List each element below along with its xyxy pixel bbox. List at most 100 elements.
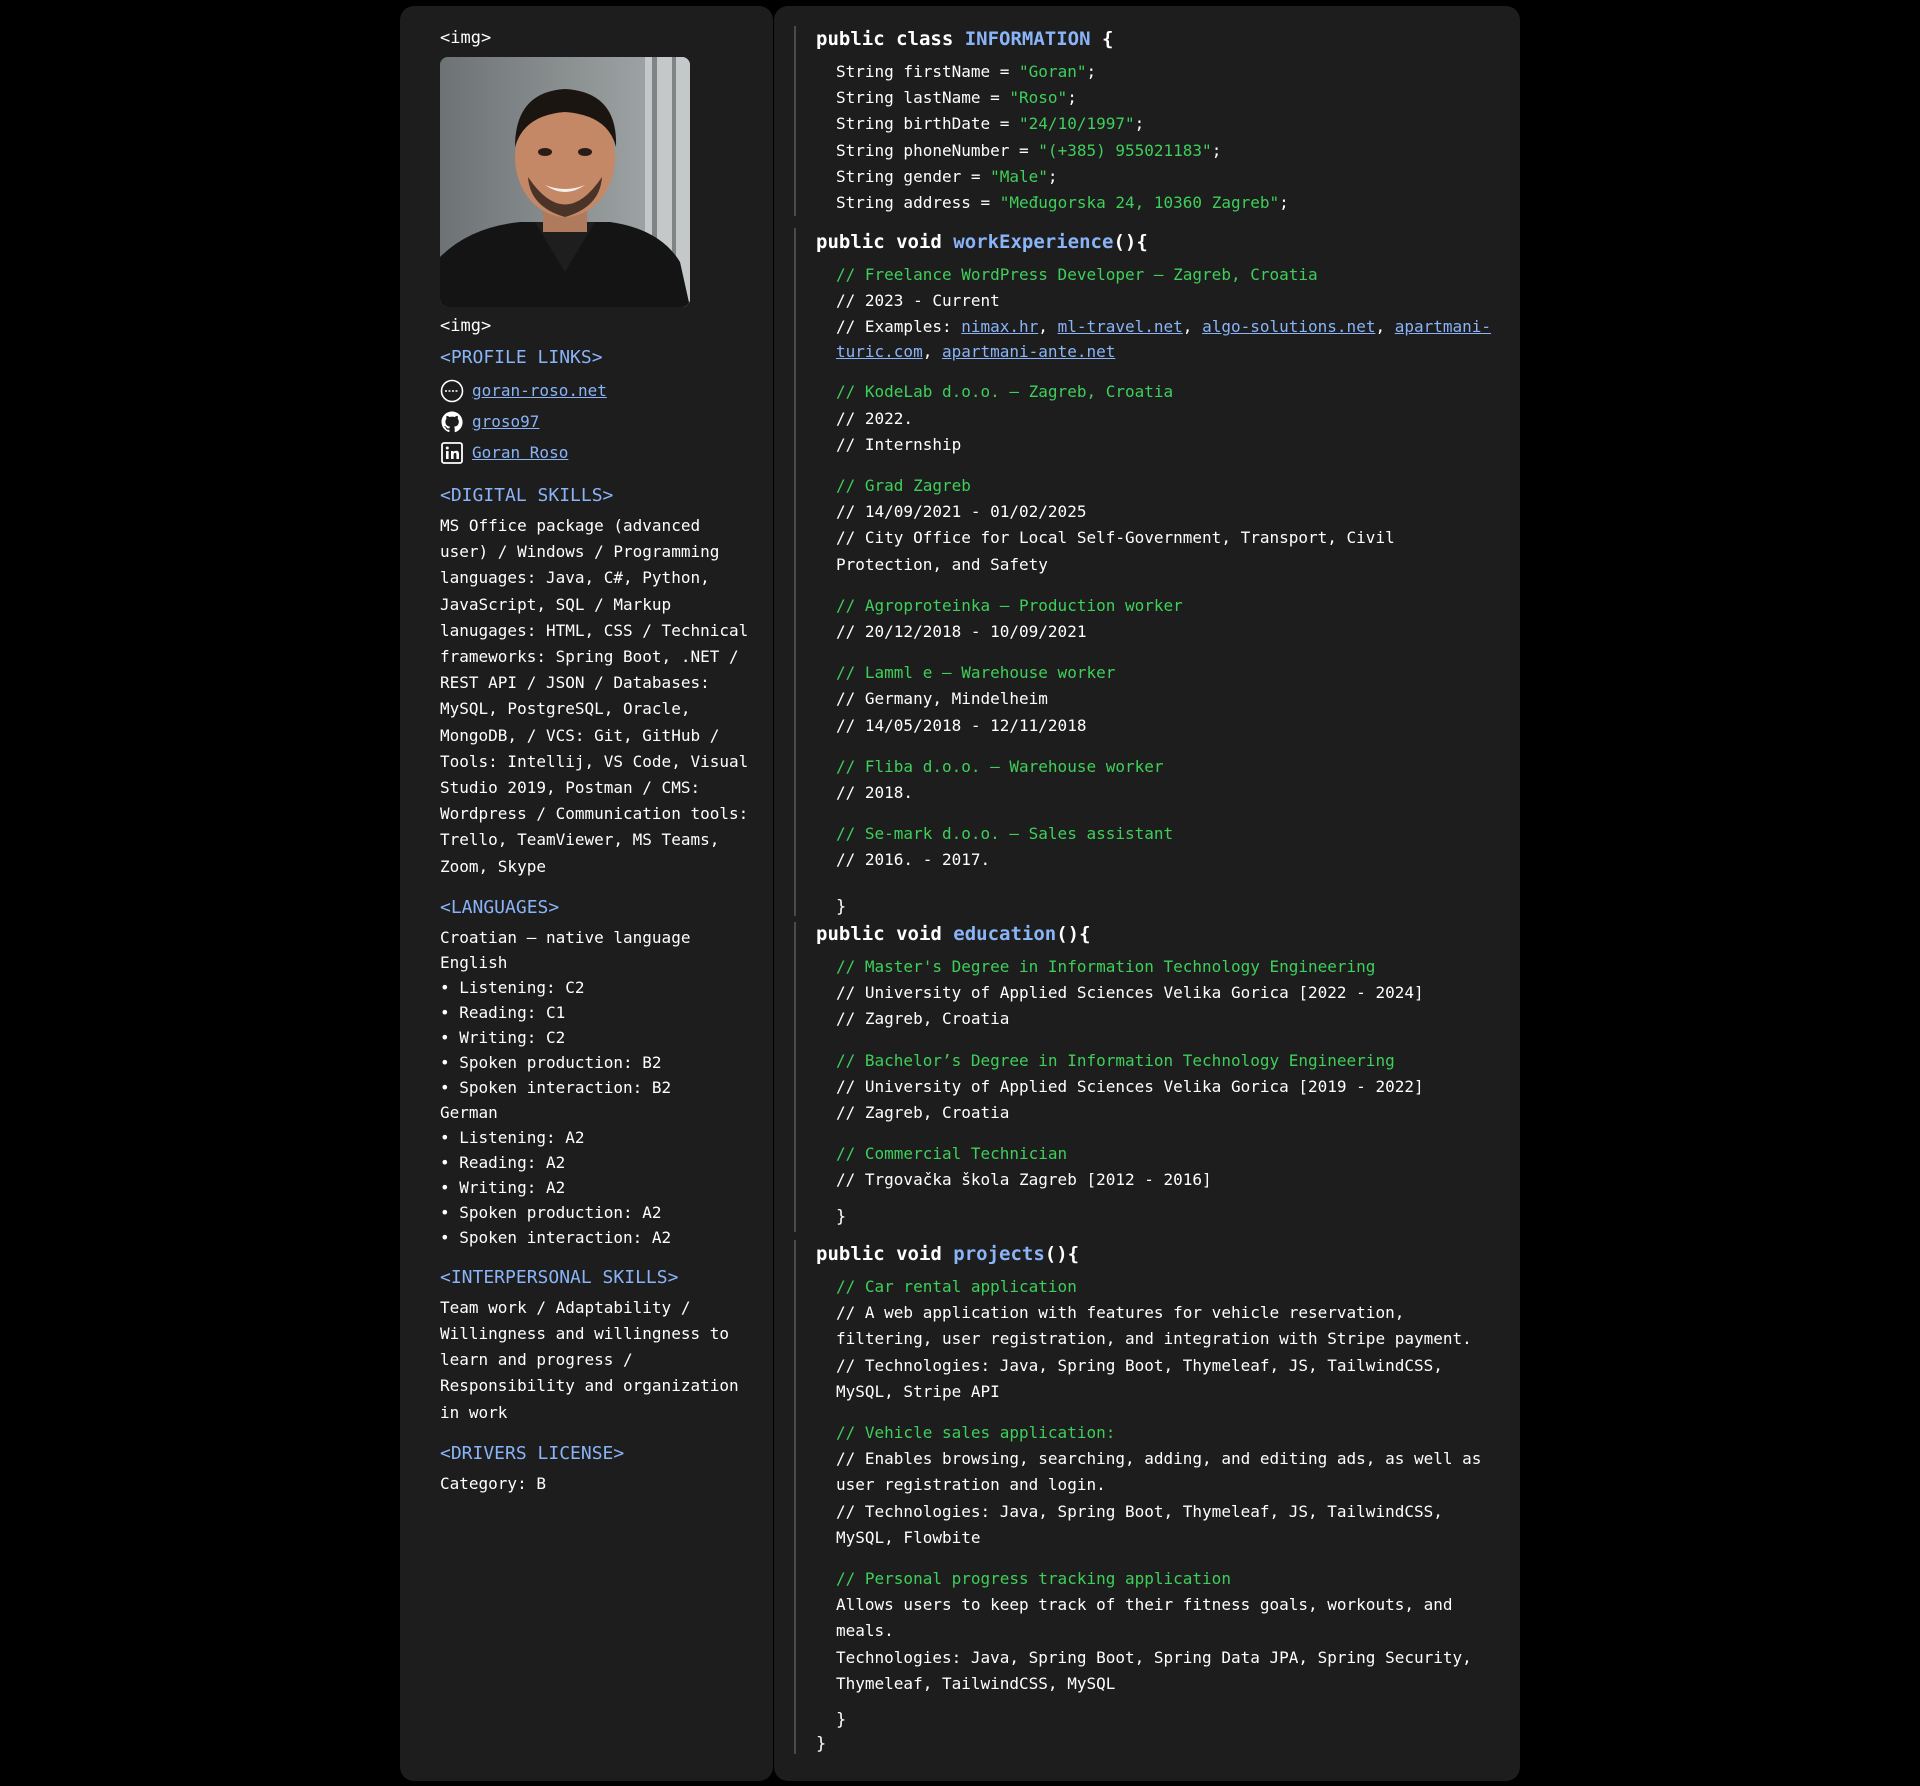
project-line: Technologies: Java, Spring Boot, Spring … bbox=[836, 1647, 1472, 1667]
field-value: "Goran" bbox=[1019, 62, 1087, 81]
project-title: // Vehicle sales application: bbox=[836, 1423, 1116, 1443]
job-line: // 20/12/2018 - 10/09/2021 bbox=[836, 622, 1087, 642]
digital-skills-heading: <DIGITAL SKILLS> bbox=[440, 485, 614, 506]
github-link[interactable]: groso97 bbox=[472, 412, 539, 431]
example-link[interactable]: nimax.hr bbox=[961, 317, 1038, 336]
skills-line: languages: Java, C#, Python, bbox=[440, 568, 710, 588]
language-line: • Writing: C2 bbox=[440, 1027, 566, 1047]
job-line: // City Office for Local Self-Government… bbox=[836, 528, 1395, 548]
job-title: // KodeLab d.o.o. – Zagreb, Croatia bbox=[836, 382, 1174, 402]
field-line: String firstName = "Goran"; bbox=[836, 62, 1097, 81]
interpersonal-line: learn and progress / bbox=[440, 1350, 633, 1370]
skills-line: user) / Windows / Programming bbox=[440, 542, 720, 562]
brace: (){ bbox=[1113, 231, 1148, 253]
method-name: projects bbox=[953, 1243, 1045, 1265]
project-line: Allows users to keep track of their fitn… bbox=[836, 1595, 1453, 1615]
linkedin-link[interactable]: Goran Roso bbox=[472, 443, 568, 462]
skills-line: Zoom, Skype bbox=[440, 856, 546, 876]
skills-line: Studio 2019, Postman / CMS: bbox=[440, 778, 701, 798]
language-line: • Spoken interaction: B2 bbox=[440, 1077, 672, 1097]
skills-line: Wordpress / Communication tools: bbox=[440, 804, 749, 824]
brace: (){ bbox=[1056, 923, 1091, 945]
education-title: // Bachelor’s Degree in Information Tech… bbox=[836, 1050, 1395, 1070]
gutter-line bbox=[794, 1240, 796, 1754]
work-experience-signature: public void workExperience(){ bbox=[816, 228, 1496, 256]
keyword: public void bbox=[816, 923, 954, 945]
education-line: // University of Applied Sciences Velika… bbox=[836, 983, 1424, 1003]
job-line: // Germany, Mindelheim bbox=[836, 689, 1048, 709]
projects-signature: public void projects(){ bbox=[816, 1240, 1496, 1268]
skills-line: frameworks: Spring Boot, .NET / bbox=[440, 647, 739, 667]
job-title: // Agroproteinka – Production worker bbox=[836, 595, 1183, 615]
project-line: meals. bbox=[836, 1621, 894, 1641]
gutter-line bbox=[794, 922, 796, 1232]
gutter-line bbox=[794, 26, 796, 216]
skills-line: REST API / JSON / Databases: bbox=[440, 673, 710, 693]
education-line: // University of Applied Sciences Velika… bbox=[836, 1076, 1424, 1096]
education-signature: public void education(){ bbox=[816, 920, 1496, 948]
website-link-row: goran-roso.net bbox=[440, 375, 773, 406]
language-line: • Spoken production: A2 bbox=[440, 1202, 662, 1222]
education-title: // Commercial Technician bbox=[836, 1144, 1068, 1164]
code-panel: public class INFORMATION { String firstN… bbox=[774, 6, 1520, 1781]
skills-line: Tools: Intellij, VS Code, Visual bbox=[440, 751, 749, 771]
example-link[interactable]: apartmani-ante.net bbox=[942, 342, 1115, 361]
gutter-line bbox=[794, 228, 796, 916]
language-line: • Spoken production: B2 bbox=[440, 1052, 662, 1072]
job-line: // Internship bbox=[836, 434, 962, 454]
field-value: "Međugorska 24, 10360 Zagreb" bbox=[999, 193, 1280, 213]
field-decl: String lastName = bbox=[836, 88, 1010, 108]
field-line: String birthDate = "24/10/1997"; bbox=[836, 114, 1145, 134]
project-line: // Enables browsing, searching, adding, … bbox=[836, 1449, 1482, 1469]
website-link[interactable]: goran-roso.net bbox=[472, 381, 607, 400]
project-line: // A web application with features for v… bbox=[836, 1303, 1405, 1323]
brace: (){ bbox=[1044, 1243, 1080, 1265]
language-line: • Listening: A2 bbox=[440, 1127, 585, 1147]
skills-line: MS Office package (advanced bbox=[440, 516, 701, 535]
github-link-row: groso97 bbox=[440, 406, 773, 437]
languages-heading: <LANGUAGES> bbox=[440, 896, 560, 918]
keyword: public class bbox=[816, 28, 965, 50]
globe-icon bbox=[440, 379, 464, 403]
project-line: user registration and login. bbox=[836, 1475, 1106, 1495]
interpersonal-line: in work bbox=[440, 1402, 508, 1422]
linkedin-link-row: Goran Roso bbox=[440, 437, 773, 468]
job-title: // Lamml e – Warehouse worker bbox=[836, 663, 1116, 683]
language-line: Croatian – native language bbox=[440, 927, 691, 947]
interpersonal-line: Responsibility and organization bbox=[440, 1376, 739, 1396]
closing-brace: } bbox=[836, 1206, 847, 1227]
example-link[interactable]: ml-travel.net bbox=[1058, 317, 1183, 336]
job-title: // Freelance WordPress Developer – Zagre… bbox=[836, 265, 1318, 284]
field-value: "24/10/1997" bbox=[1019, 114, 1135, 134]
language-line: • Listening: C2 bbox=[440, 977, 585, 997]
project-line: Thymeleaf, TailwindCSS, MySQL bbox=[836, 1673, 1116, 1693]
education-block: public void education(){ // Master's Deg… bbox=[816, 920, 1496, 1230]
project-title: // Personal progress tracking applicatio… bbox=[836, 1569, 1231, 1589]
method-name: workExperience bbox=[953, 231, 1114, 253]
project-line: MySQL, Stripe API bbox=[836, 1381, 1000, 1401]
linkedin-icon bbox=[440, 441, 464, 465]
field-decl: String address = bbox=[836, 193, 1000, 213]
project-line: MySQL, Flowbite bbox=[836, 1527, 981, 1547]
language-line: • Reading: A2 bbox=[440, 1152, 566, 1172]
skills-line: Trello, TeamViewer, MS Teams, bbox=[440, 830, 720, 850]
job-title: // Fliba d.o.o. – Warehouse worker bbox=[836, 756, 1164, 776]
profile-photo bbox=[440, 57, 690, 307]
closing-brace: } bbox=[836, 1710, 847, 1731]
profile-photo-image bbox=[440, 57, 690, 307]
profile-links-heading: <PROFILE LINKS> bbox=[440, 347, 603, 368]
interpersonal-skills-text: Team work / Adaptability / Willingness a… bbox=[440, 1295, 760, 1426]
project-line: // Technologies: Java, Spring Boot, Thym… bbox=[836, 1501, 1443, 1521]
digital-skills-text: MS Office package (advanced user) / Wind… bbox=[440, 513, 760, 880]
education-line: // Zagreb, Croatia bbox=[836, 1009, 1010, 1029]
method-name: education bbox=[953, 923, 1057, 945]
field-line: String gender = "Male"; bbox=[836, 166, 1058, 186]
field-decl: String birthDate = bbox=[836, 114, 1020, 134]
interpersonal-line: Willingness and willingness to bbox=[440, 1324, 729, 1344]
example-link[interactable]: algo-solutions.net bbox=[1202, 317, 1375, 336]
sidebar-panel: <img> <img> <PROFILE LINKS> goran-roso.n… bbox=[400, 6, 773, 1781]
information-block: public class INFORMATION { String firstN… bbox=[816, 25, 1496, 216]
project-line: filtering, user registration, and integr… bbox=[836, 1329, 1472, 1349]
language-line: German bbox=[440, 1102, 498, 1122]
projects-block: public void projects(){ // Car rental ap… bbox=[816, 1240, 1496, 1755]
